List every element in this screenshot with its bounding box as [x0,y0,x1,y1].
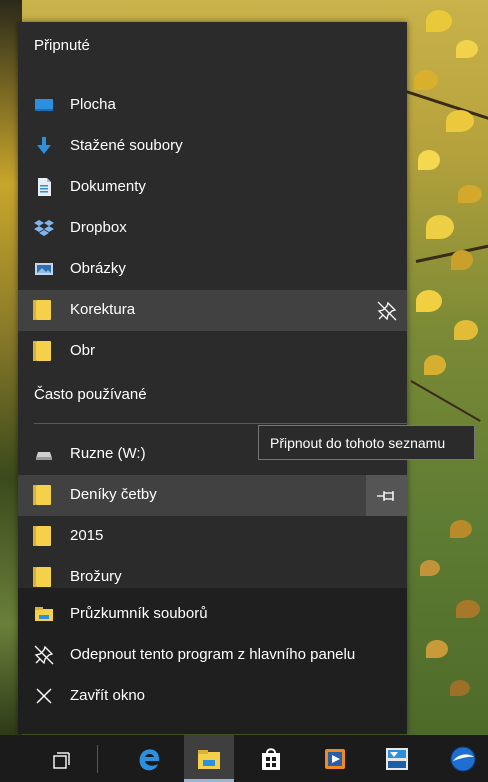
action-label: Odepnout tento program z hlavního panelu [70,646,356,663]
jump-item-label: Obrázky [70,260,126,277]
action-label: Zavřít okno [70,687,146,704]
pinned-header: Připnuté [34,37,90,54]
pictures-icon [35,263,53,275]
edge-icon [139,748,159,770]
jump-item-downloads[interactable]: Stažené soubory [18,126,407,167]
unpin-icon [34,645,54,665]
jump-list-actions: Průzkumník souborů Odepnout tento progra… [18,588,407,734]
file-explorer-icon [35,607,53,621]
action-label: Průzkumník souborů [70,605,208,622]
unpin-icon [377,301,396,320]
folder-icon [33,485,51,505]
wallpaper-right-strip [405,0,488,735]
jump-item-label: Stažené soubory [70,137,183,154]
taskbar-file-explorer[interactable] [184,735,234,782]
app-icon [386,747,408,770]
open-file-explorer-action[interactable]: Průzkumník souborů [18,596,407,634]
task-view-icon [53,751,70,769]
taskbar-app[interactable] [372,735,422,782]
jump-item-dropbox[interactable]: Dropbox [18,208,407,249]
jump-item-documents[interactable]: Dokumenty [18,167,407,208]
taskbar-separator [97,745,98,773]
task-view-button[interactable] [35,735,85,782]
pin-to-list-button[interactable] [366,475,407,516]
jump-item-label: Obr [70,342,96,359]
taskbar [0,735,488,782]
store-icon [262,747,280,770]
jump-item-korektura[interactable]: Korektura [18,290,407,331]
folder-icon [33,567,51,587]
jump-item-label: Korektura [70,301,136,318]
jump-item-label: Dropbox [70,219,127,236]
folder-icon [33,341,51,361]
pin-tooltip: Připnout do tohoto seznamu [258,425,475,460]
jump-item-pictures[interactable]: Obrázky [18,249,407,290]
documents-icon [38,178,51,196]
jump-item-label: Ruzne (W:) [70,445,146,462]
jump-item-label: Dokumenty [70,178,146,195]
close-icon [36,688,52,704]
folder-icon [33,526,51,546]
unpin-from-taskbar-action[interactable]: Odepnout tento program z hlavního panelu [18,637,407,675]
jump-item-label: Plocha [70,96,116,113]
frequent-header: Často používané [34,386,147,403]
jump-item-deniky-cetby[interactable]: Deníky četby [18,475,407,516]
jump-item-plocha[interactable]: Plocha [18,85,407,126]
unpin-button[interactable] [366,290,407,331]
desktop-icon [35,99,53,111]
jump-list-menu: Připnuté Plocha Stažené soubory Dokument… [18,22,407,734]
file-explorer-icon [198,749,220,769]
downloads-icon [37,137,51,154]
taskbar-media-player[interactable] [310,735,360,782]
taskbar-edge[interactable] [124,735,174,782]
browser-icon [450,746,476,771]
pin-icon [376,490,394,501]
jump-item-label: Deníky četby [70,486,157,503]
close-window-action[interactable]: Zavřít okno [18,678,407,716]
taskbar-store[interactable] [246,735,296,782]
jump-item-2015[interactable]: 2015 [18,516,407,557]
jump-item-label: 2015 [70,527,104,544]
drive-icon [36,452,52,460]
folder-icon [33,300,51,320]
taskbar-browser[interactable] [438,735,488,782]
jump-item-label: Brožury [70,568,122,585]
jump-item-obr[interactable]: Obr [18,331,407,372]
dropbox-icon [34,220,54,236]
media-player-icon [325,748,345,769]
section-divider [34,423,407,424]
